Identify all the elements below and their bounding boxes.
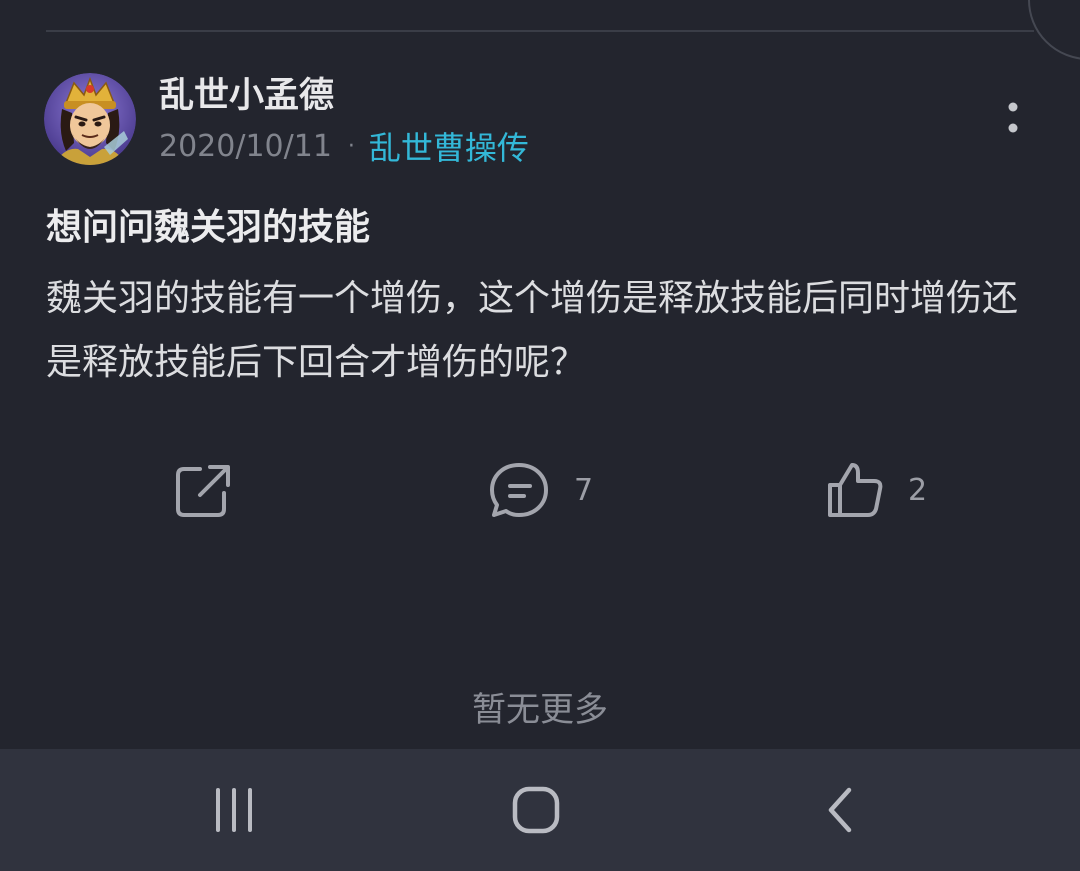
share-button[interactable] (170, 458, 232, 522)
recent-apps-icon (216, 788, 252, 832)
more-options-button[interactable] (996, 98, 1030, 138)
comment-icon (490, 463, 548, 517)
top-divider (46, 30, 1034, 32)
system-nav-bar (0, 749, 1080, 871)
meta-separator: · (347, 133, 355, 159)
floating-button-edge[interactable] (1028, 0, 1080, 60)
no-more-label: 暂无更多 (472, 690, 608, 730)
post-body: 魏关羽的技能有一个增伤，这个增伤是释放技能后同时增伤还是释放技能后下回合才增伤的… (46, 278, 1019, 383)
post-date: 2020/10/11 (159, 128, 332, 164)
board-link[interactable]: 乱世曹操传 (369, 123, 529, 169)
more-vertical-icon (1008, 102, 1018, 133)
home-icon (512, 786, 560, 834)
share-icon (176, 465, 230, 517)
comment-button[interactable]: 7 (486, 458, 593, 522)
back-button[interactable] (800, 749, 880, 871)
warlord-portrait-icon (44, 73, 136, 165)
recent-apps-button[interactable] (194, 749, 274, 871)
like-button[interactable]: 2 (824, 458, 927, 522)
thumbs-up-icon (828, 463, 883, 517)
back-icon (828, 787, 852, 833)
post-detail-screen: 乱世小孟德 2020/10/11 · 乱世曹操传 想问问魏关羽的技能 魏关羽的技… (0, 0, 1080, 871)
post-meta: 2020/10/11 · 乱世曹操传 (159, 123, 529, 169)
like-count: 2 (908, 472, 928, 508)
comment-count: 7 (574, 472, 594, 508)
post-title: 想问问魏关羽的技能 (46, 207, 371, 248)
avatar[interactable] (44, 73, 136, 165)
home-button[interactable] (496, 749, 576, 871)
author-name[interactable]: 乱世小孟德 (159, 74, 334, 118)
